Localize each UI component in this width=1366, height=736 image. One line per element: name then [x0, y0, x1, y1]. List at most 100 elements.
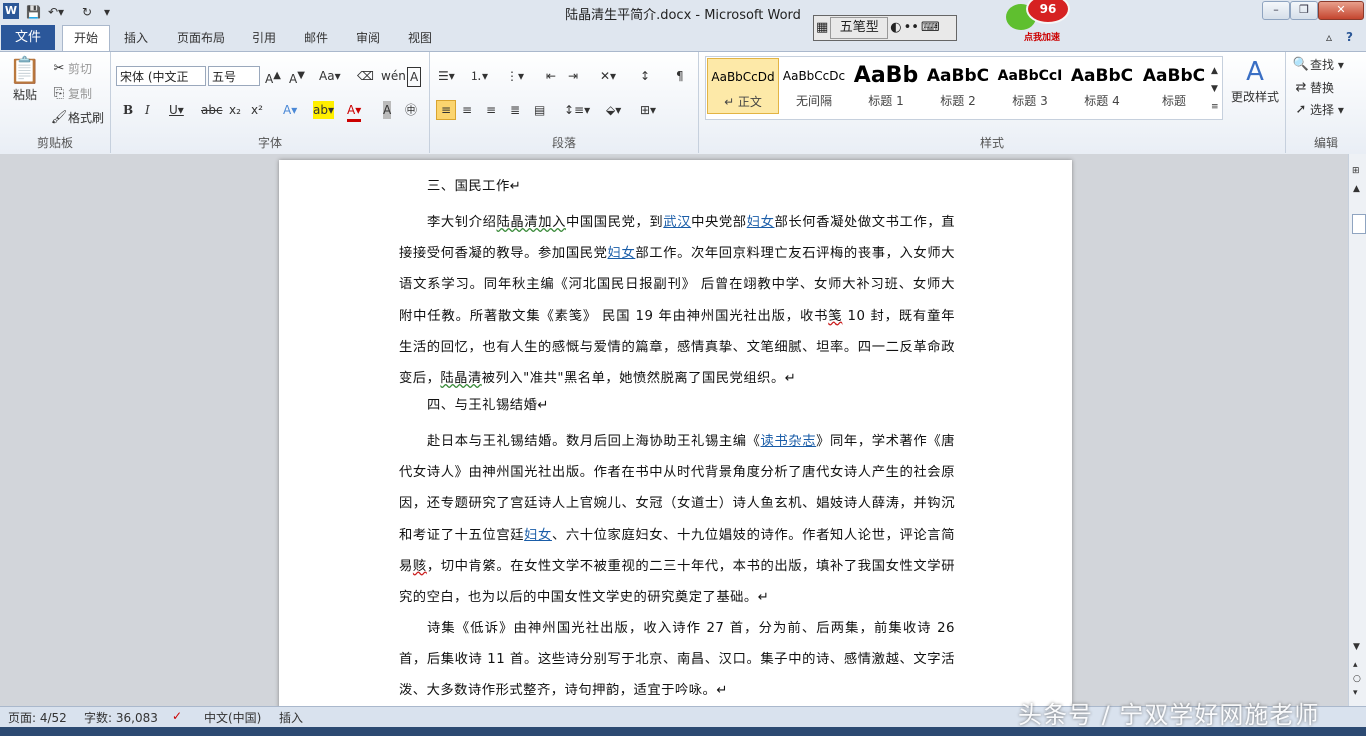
select-button[interactable]: ➚ 选择 ▾ — [1292, 101, 1344, 119]
decrease-indent-icon[interactable]: ⇤ — [546, 67, 556, 85]
shrink-font-icon[interactable]: A▼ — [289, 67, 305, 86]
change-styles-button[interactable]: A 更改样式 — [1227, 56, 1283, 108]
speed-ball[interactable]: 96 点我加速 — [998, 0, 1078, 46]
find-button[interactable]: 🔍查找 ▾ — [1292, 56, 1344, 74]
tab-references[interactable]: 引用 — [244, 26, 284, 50]
proofing-icon[interactable]: ✓ — [172, 709, 182, 723]
sort-icon[interactable]: ↕ — [640, 67, 650, 85]
ime-mode-label[interactable]: 五笔型 — [830, 17, 889, 39]
replace-icon: ⇄ — [1295, 80, 1307, 95]
gallery-down-icon[interactable]: ▼ — [1211, 80, 1218, 98]
phonetic-guide-icon[interactable]: wén — [381, 67, 406, 85]
style-heading-3[interactable]: AaBbCcI 标题 3 — [995, 58, 1065, 114]
ime-logo-icon[interactable]: ▦ — [816, 18, 828, 38]
language[interactable]: 中文(中国) — [204, 709, 261, 726]
align-center-icon[interactable]: ≡ — [462, 101, 472, 119]
justify-icon[interactable]: ≣ — [510, 101, 520, 119]
close-button[interactable]: ✕ — [1318, 1, 1364, 20]
text-effects-icon[interactable]: A▾ — [283, 101, 297, 119]
cut-button[interactable]: ✂ 剪切 — [50, 60, 92, 78]
link-women-2[interactable]: 妇女 — [608, 246, 636, 261]
insert-mode[interactable]: 插入 — [279, 709, 303, 726]
style-no-spacing[interactable]: AaBbCcDc 无间隔 — [779, 58, 849, 114]
gallery-more-icon[interactable]: ≡ — [1211, 98, 1219, 116]
show-marks-icon[interactable]: ¶ — [676, 67, 684, 85]
style-heading-2[interactable]: AaBbC 标题 2 — [923, 58, 993, 114]
tab-file[interactable]: 文件 — [1, 25, 55, 50]
style-normal[interactable]: AaBbCcDd ↵ 正文 — [707, 58, 779, 114]
maximize-button[interactable]: ❐ — [1290, 1, 1318, 20]
paste-button[interactable]: 📋 粘贴 — [8, 56, 42, 108]
grow-font-icon[interactable]: A▲ — [265, 67, 281, 86]
paragraph-1: 李大钊介绍陆晶清加入中国国民党，到武汉中央党部妇女部长何香凝处做文书工作，直接接… — [399, 215, 956, 387]
minimize-button[interactable]: – — [1262, 1, 1290, 20]
strikethrough-icon[interactable]: abc — [201, 101, 223, 119]
paste-label: 粘贴 — [12, 88, 37, 102]
clipboard-icon: 📋 — [8, 56, 42, 86]
clear-format-icon[interactable]: ⌫ — [357, 67, 374, 85]
style-heading-4[interactable]: AaBbC 标题 4 — [1067, 58, 1137, 114]
tab-view[interactable]: 视图 — [400, 26, 440, 50]
vertical-scrollbar[interactable]: ⊞ ▲ ▼ ▴ ○ ▾ — [1348, 154, 1366, 706]
replace-button[interactable]: ⇄ 替换 — [1292, 79, 1334, 97]
enclose-char-icon[interactable]: ㊥ — [405, 101, 417, 119]
tab-mailings[interactable]: 邮件 — [296, 26, 336, 50]
gallery-up-icon[interactable]: ▲ — [1211, 62, 1218, 80]
collapse-ribbon-icon[interactable]: ▵ — [1326, 28, 1332, 46]
link-reading-magazine[interactable]: 读书杂志 — [761, 434, 817, 449]
bold-icon[interactable]: B — [123, 101, 133, 119]
word-count[interactable]: 字数: 36,083 — [84, 709, 158, 726]
tab-insert[interactable]: 插入 — [114, 26, 158, 50]
char-shading-icon[interactable]: A — [383, 101, 392, 119]
align-right-icon[interactable]: ≡ — [486, 101, 496, 119]
keyboard-icon[interactable]: ⌨ — [921, 18, 940, 38]
copy-button[interactable]: ⎘ 复制 — [50, 85, 92, 103]
bullets-icon[interactable]: ☰▾ — [438, 67, 455, 85]
change-case-icon[interactable]: Aa▾ — [319, 67, 341, 85]
font-size-combo[interactable]: 五号 — [208, 66, 260, 86]
clipboard-group-label: 剪贴板 — [36, 136, 73, 150]
paragraph-group-label: 段落 — [551, 136, 576, 150]
subscript-icon[interactable]: x₂ — [229, 101, 241, 119]
page-count[interactable]: 页面: 4/52 — [8, 709, 67, 726]
font-group-label: 字体 — [257, 136, 282, 150]
moon-icon[interactable]: ◐ — [890, 18, 901, 38]
change-styles-icon: A — [1246, 57, 1264, 87]
font-name-combo[interactable]: 宋体 (中文正 — [116, 66, 206, 86]
superscript-icon[interactable]: x² — [251, 101, 263, 119]
document-page[interactable]: 三、国民工作↵ 李大钊介绍陆晶清加入中国国民党，到武汉中央党部妇女部长何香凝处做… — [279, 160, 1072, 706]
numbering-icon[interactable]: ⒈▾ — [470, 67, 488, 85]
font-group: 宋体 (中文正 五号 A▲ A▼ Aa▾ ⌫ wén A B I U▾ abc … — [111, 52, 430, 153]
scroll-thumb[interactable] — [1352, 214, 1366, 234]
multilevel-list-icon[interactable]: ⋮▾ — [506, 67, 524, 85]
distributed-icon[interactable]: ▤ — [534, 101, 545, 119]
increase-indent-icon[interactable]: ⇥ — [568, 67, 578, 85]
paragraph-3: 诗集《低诉》由神州国光社出版，收入诗作 27 首，分为前、后两集，前集收诗 26… — [399, 621, 955, 699]
style-title[interactable]: AaBbC 标题 — [1139, 58, 1209, 114]
char-border-icon[interactable]: A — [407, 67, 422, 87]
shading-icon[interactable]: ⬙▾ — [606, 101, 621, 119]
link-women-3[interactable]: 妇女 — [524, 528, 552, 543]
ruler-toggle-icon[interactable]: ⊞ — [1352, 162, 1360, 180]
dots-icon[interactable]: •• — [904, 18, 919, 38]
chinese-layout-icon[interactable]: ✕▾ — [600, 67, 616, 85]
link-wuhan[interactable]: 武汉 — [663, 215, 691, 230]
help-icon[interactable]: ? — [1346, 28, 1353, 46]
italic-icon[interactable]: I — [145, 101, 150, 119]
scroll-down-icon[interactable]: ▼ — [1353, 638, 1360, 656]
scroll-up-icon[interactable]: ▲ — [1353, 180, 1360, 198]
line-spacing-icon[interactable]: ↕≡▾ — [564, 101, 590, 119]
tab-page-layout[interactable]: 页面布局 — [168, 26, 234, 50]
binoculars-icon: 🔍 — [1292, 57, 1310, 72]
link-women-1[interactable]: 妇女 — [747, 215, 775, 230]
tab-review[interactable]: 审阅 — [348, 26, 388, 50]
highlight-icon[interactable]: ab▾ — [313, 101, 334, 119]
style-heading-1[interactable]: AaBb 标题 1 — [851, 58, 921, 114]
align-left-icon[interactable]: ≡ — [436, 100, 456, 120]
underline-icon[interactable]: U▾ — [169, 101, 184, 119]
format-painter-button[interactable]: 🖌格式刷 — [50, 109, 104, 127]
next-page-icon[interactable]: ▾ — [1353, 684, 1358, 702]
font-color-icon[interactable]: A▾ — [347, 101, 362, 122]
tab-home[interactable]: 开始 — [62, 25, 110, 52]
borders-icon[interactable]: ⊞▾ — [640, 101, 656, 119]
